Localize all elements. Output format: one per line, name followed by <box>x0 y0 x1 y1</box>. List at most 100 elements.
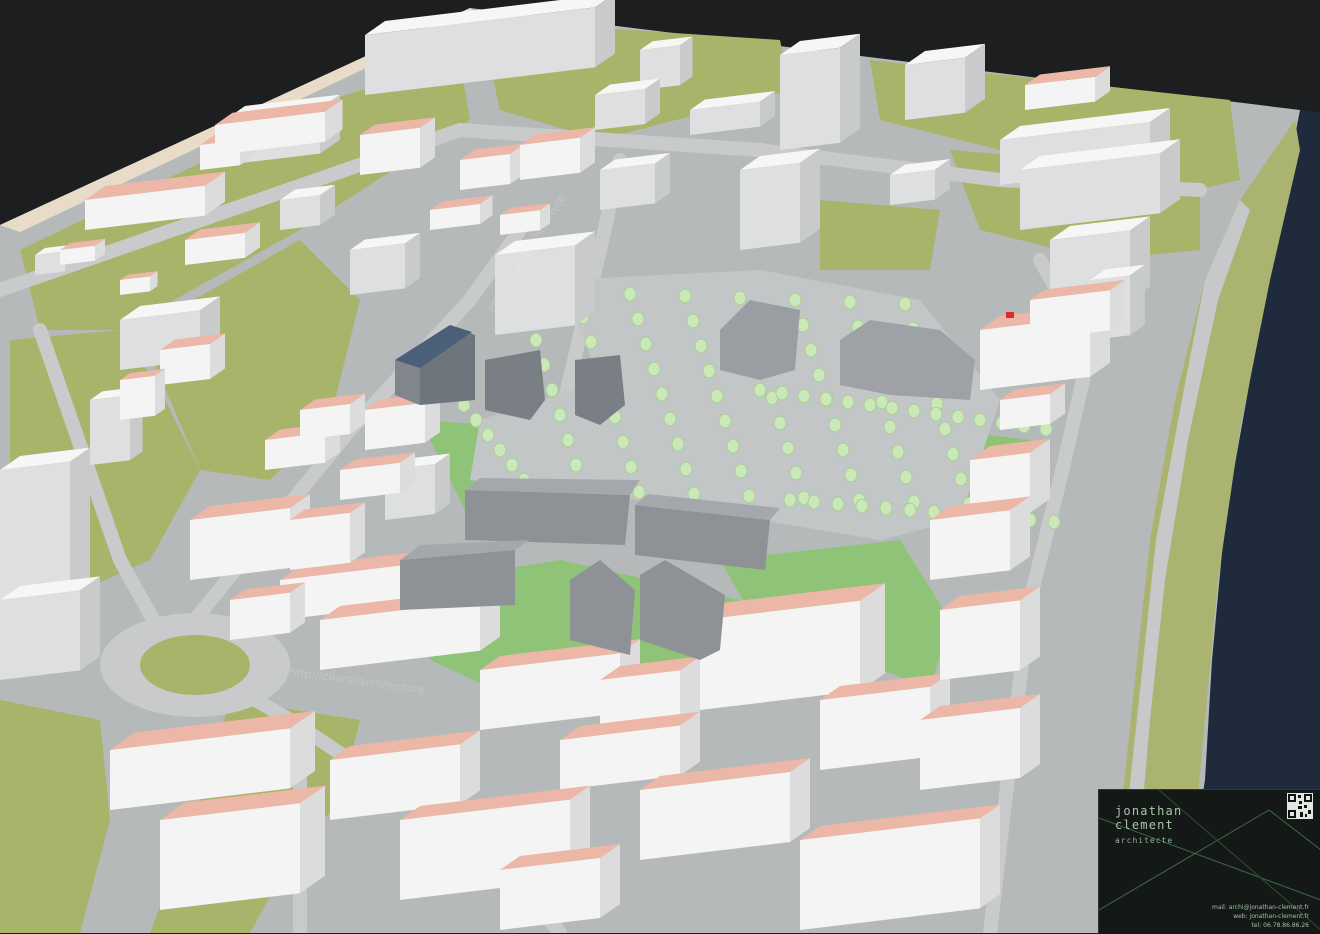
pink-building-33-side <box>1020 586 1040 671</box>
white-building-14-front <box>0 461 70 600</box>
pink-building-3-front <box>360 127 420 175</box>
tree <box>647 361 661 377</box>
pink-building-33-front <box>940 600 1020 680</box>
tree <box>788 292 802 308</box>
pink-building-23-side <box>860 583 885 691</box>
tree <box>973 412 987 428</box>
tree <box>907 403 921 419</box>
tree <box>844 467 858 483</box>
tree <box>781 440 795 456</box>
tree <box>899 469 913 485</box>
tree <box>1047 514 1061 530</box>
pink-building-31-side <box>980 804 1000 909</box>
tree <box>655 386 669 402</box>
pink-building-39-front <box>1000 394 1050 430</box>
tree <box>783 492 797 508</box>
pink-building-12-front <box>120 375 155 420</box>
tree <box>493 442 507 458</box>
tree <box>879 500 893 516</box>
white-building-21-front <box>350 243 405 295</box>
tree <box>710 388 724 404</box>
tree <box>843 294 857 310</box>
tree <box>561 432 575 448</box>
pink-building-16-front <box>365 402 425 450</box>
tree <box>836 442 850 458</box>
pink-building-4-front <box>460 154 510 190</box>
tree <box>831 496 845 512</box>
pink-building-41-front <box>230 592 290 640</box>
white-building-14-side <box>70 447 90 592</box>
tree <box>694 338 708 354</box>
tree <box>584 334 598 350</box>
brand-name-line2: clement <box>1115 818 1174 832</box>
tree <box>929 406 943 422</box>
tree <box>753 382 767 398</box>
tree <box>529 332 543 348</box>
white-building-15-front <box>0 590 80 680</box>
pink-building-14-front <box>190 508 290 580</box>
white-building-10-side <box>575 231 595 326</box>
tree <box>639 336 653 352</box>
pink-building-24-front <box>820 686 930 770</box>
white-building-11-front <box>890 169 935 205</box>
tree <box>775 385 789 401</box>
brand-subtitle: architecte <box>1115 836 1174 845</box>
tree <box>663 411 677 427</box>
pink-building-30-front <box>500 858 600 930</box>
pink-building-40-front <box>290 512 350 570</box>
pink-building-11-front <box>160 344 210 385</box>
white-building-4-front <box>595 89 645 130</box>
tree <box>631 311 645 327</box>
pink-building-27-front <box>160 803 300 910</box>
tree <box>903 502 917 518</box>
tree <box>505 457 519 473</box>
tree <box>616 434 630 450</box>
white-building-8-front <box>740 162 800 250</box>
contact-web: web: jonathan-clement.fr <box>1233 913 1309 920</box>
pink-building-40-side <box>350 502 365 563</box>
tree <box>883 419 897 435</box>
architect-branding-panel: jonathan clement architecte mail: archi@… <box>1098 789 1320 934</box>
pink-building-32-front <box>920 708 1020 790</box>
tree <box>855 498 869 514</box>
white-building-15-side <box>80 576 100 671</box>
pink-building-32-side <box>1020 694 1040 778</box>
tree <box>481 427 495 443</box>
white-building-18-side <box>435 453 450 514</box>
tree <box>789 465 803 481</box>
tree <box>773 415 787 431</box>
tree <box>807 494 821 510</box>
tree <box>898 296 912 312</box>
tree <box>679 461 693 477</box>
tree <box>733 290 747 306</box>
white-building-2-side <box>840 33 860 143</box>
tree <box>951 409 965 425</box>
contact-tel: tel: 06.78.86.86.26 <box>1251 922 1309 929</box>
tree <box>553 407 567 423</box>
white-building-3-front <box>905 57 965 120</box>
tree <box>812 367 826 383</box>
tree <box>718 413 732 429</box>
tree <box>624 459 638 475</box>
tree <box>742 488 756 504</box>
tree <box>702 363 716 379</box>
tree <box>797 388 811 404</box>
tree <box>686 313 700 329</box>
pink-building-15-front <box>300 404 350 440</box>
tree <box>623 286 637 302</box>
tree <box>841 394 855 410</box>
white-building-8-side <box>800 148 820 243</box>
brand-name-line1: jonathan <box>1115 804 1183 818</box>
tree <box>954 471 968 487</box>
pink-building-5-front <box>520 137 580 180</box>
tree <box>819 391 833 407</box>
tree <box>469 412 483 428</box>
contact-mail: mail: archi@jonathan-clement.fr <box>1211 904 1309 911</box>
tree <box>726 438 740 454</box>
qr-code-icon <box>1287 793 1313 819</box>
tree <box>891 444 905 460</box>
tree <box>671 436 685 452</box>
tree <box>734 463 748 479</box>
tree <box>828 417 842 433</box>
tree <box>804 342 818 358</box>
